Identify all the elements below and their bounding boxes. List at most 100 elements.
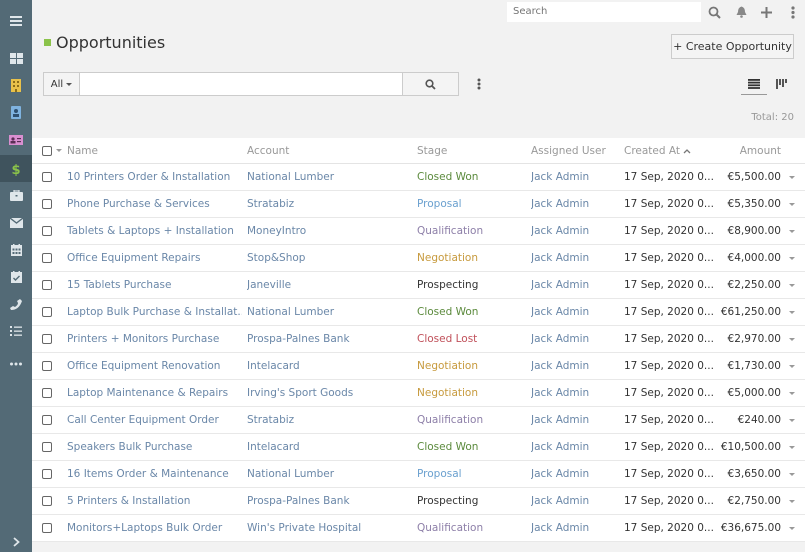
list-view-button[interactable] [741,73,767,95]
assigned-user-link[interactable]: Jack Admin [531,434,619,460]
opportunity-name-link[interactable]: Phone Purchase & Services [67,191,242,217]
sidebar-item-cases[interactable] [0,182,32,209]
row-actions-button[interactable] [786,515,798,541]
account-link[interactable]: Intelacard [247,434,412,460]
row-actions-button[interactable] [786,272,798,298]
opportunity-name-link[interactable]: 15 Tablets Purchase [67,272,242,298]
row-actions-button[interactable] [786,164,798,190]
global-search-button[interactable] [705,3,723,21]
opportunity-name-link[interactable]: Tablets & Laptops + Installation [67,218,242,244]
assigned-user-link[interactable]: Jack Admin [531,191,619,217]
row-checkbox[interactable] [42,253,52,263]
kanban-view-button[interactable] [770,73,792,95]
assigned-user-link[interactable]: Jack Admin [531,488,619,514]
row-actions-button[interactable] [786,407,798,433]
row-actions-button[interactable] [786,218,798,244]
assigned-user-link[interactable]: Jack Admin [531,326,619,352]
account-link[interactable]: Win's Private Hospital [247,515,412,541]
row-actions-button[interactable] [786,299,798,325]
filter-search-button[interactable] [402,73,458,95]
sidebar-item-opportunities[interactable]: $ [0,155,32,182]
menu-toggle-button[interactable] [0,7,32,34]
account-link[interactable]: Stratabiz [247,407,412,433]
sidebar-item-meetings[interactable] [0,263,32,290]
assigned-user-link[interactable]: Jack Admin [531,515,619,541]
opportunity-name-link[interactable]: Laptop Maintenance & Repairs [67,380,242,406]
sidebar-expand-button[interactable] [0,528,32,552]
row-checkbox[interactable] [42,280,52,290]
row-checkbox[interactable] [42,307,52,317]
opportunity-name-link[interactable]: 16 Items Order & Maintenance [67,461,242,487]
opportunity-name-link[interactable]: Printers + Monitors Purchase [67,326,242,352]
assigned-user-link[interactable]: Jack Admin [531,353,619,379]
row-checkbox[interactable] [42,334,52,344]
account-link[interactable]: Prospa-Palnes Bank [247,488,412,514]
sidebar-item-calendar[interactable] [0,236,32,263]
quick-create-button[interactable] [757,3,775,21]
row-checkbox[interactable] [42,172,52,182]
account-link[interactable]: Prospa-Palnes Bank [247,326,412,352]
opportunity-name-link[interactable]: Call Center Equipment Order [67,407,242,433]
row-actions-button[interactable] [786,461,798,487]
assigned-user-link[interactable]: Jack Admin [531,461,619,487]
account-link[interactable]: Stratabiz [247,191,412,217]
filter-preset-dropdown[interactable]: All [44,73,80,95]
row-actions-button[interactable] [786,191,798,217]
filter-more-button[interactable] [472,76,486,92]
create-opportunity-button[interactable]: + Create Opportunity [671,34,794,59]
assigned-user-link[interactable]: Jack Admin [531,407,619,433]
row-checkbox[interactable] [42,523,52,533]
text-filter-input[interactable] [80,73,402,95]
account-link[interactable]: National Lumber [247,299,412,325]
row-checkbox[interactable] [42,496,52,506]
header-created-at[interactable]: Created At [624,138,714,163]
opportunity-name-link[interactable]: 5 Printers & Installation [67,488,242,514]
sidebar-item-leads[interactable] [0,126,32,153]
menu-button[interactable] [784,3,802,21]
opportunity-name-link[interactable]: Office Equipment Repairs [67,245,242,271]
row-checkbox[interactable] [42,415,52,425]
sidebar-item-calls[interactable] [0,290,32,317]
header-stage[interactable]: Stage [417,138,527,163]
global-search-input[interactable] [507,2,701,22]
row-actions-button[interactable] [786,245,798,271]
account-link[interactable]: Intelacard [247,353,412,379]
row-actions-button[interactable] [786,380,798,406]
row-actions-button[interactable] [786,326,798,352]
opportunity-name-link[interactable]: Laptop Bulk Purchase & Installat... [67,299,242,325]
assigned-user-link[interactable]: Jack Admin [531,272,619,298]
row-checkbox[interactable] [42,469,52,479]
chevron-down-icon[interactable] [56,149,62,152]
sidebar-item-dashboard[interactable] [0,45,32,72]
row-actions-button[interactable] [786,353,798,379]
assigned-user-link[interactable]: Jack Admin [531,380,619,406]
opportunity-name-link[interactable]: Speakers Bulk Purchase [67,434,242,460]
notifications-button[interactable] [732,3,750,21]
sidebar-item-more[interactable] [0,350,32,377]
row-actions-button[interactable] [786,488,798,514]
row-checkbox[interactable] [42,388,52,398]
account-link[interactable]: Janeville [247,272,412,298]
row-checkbox[interactable] [42,361,52,371]
opportunity-name-link[interactable]: 10 Printers Order & Installation [67,164,242,190]
header-assigned-user[interactable]: Assigned User [531,138,619,163]
row-actions-button[interactable] [786,434,798,460]
header-account[interactable]: Account [247,138,412,163]
header-amount[interactable]: Amount [716,138,781,163]
account-link[interactable]: Irving's Sport Goods [247,380,412,406]
assigned-user-link[interactable]: Jack Admin [531,164,619,190]
row-checkbox[interactable] [42,226,52,236]
opportunity-name-link[interactable]: Office Equipment Renovation [67,353,242,379]
account-link[interactable]: National Lumber [247,461,412,487]
row-checkbox[interactable] [42,199,52,209]
account-link[interactable]: National Lumber [247,164,412,190]
assigned-user-link[interactable]: Jack Admin [531,245,619,271]
account-link[interactable]: Stop&Shop [247,245,412,271]
account-link[interactable]: MoneyIntro [247,218,412,244]
header-name[interactable]: Name [67,138,242,163]
assigned-user-link[interactable]: Jack Admin [531,299,619,325]
sidebar-item-tasks[interactable] [0,317,32,344]
sidebar-item-emails[interactable] [0,209,32,236]
opportunity-name-link[interactable]: Monitors+Laptops Bulk Order [67,515,242,541]
sidebar-item-accounts[interactable] [0,72,32,99]
